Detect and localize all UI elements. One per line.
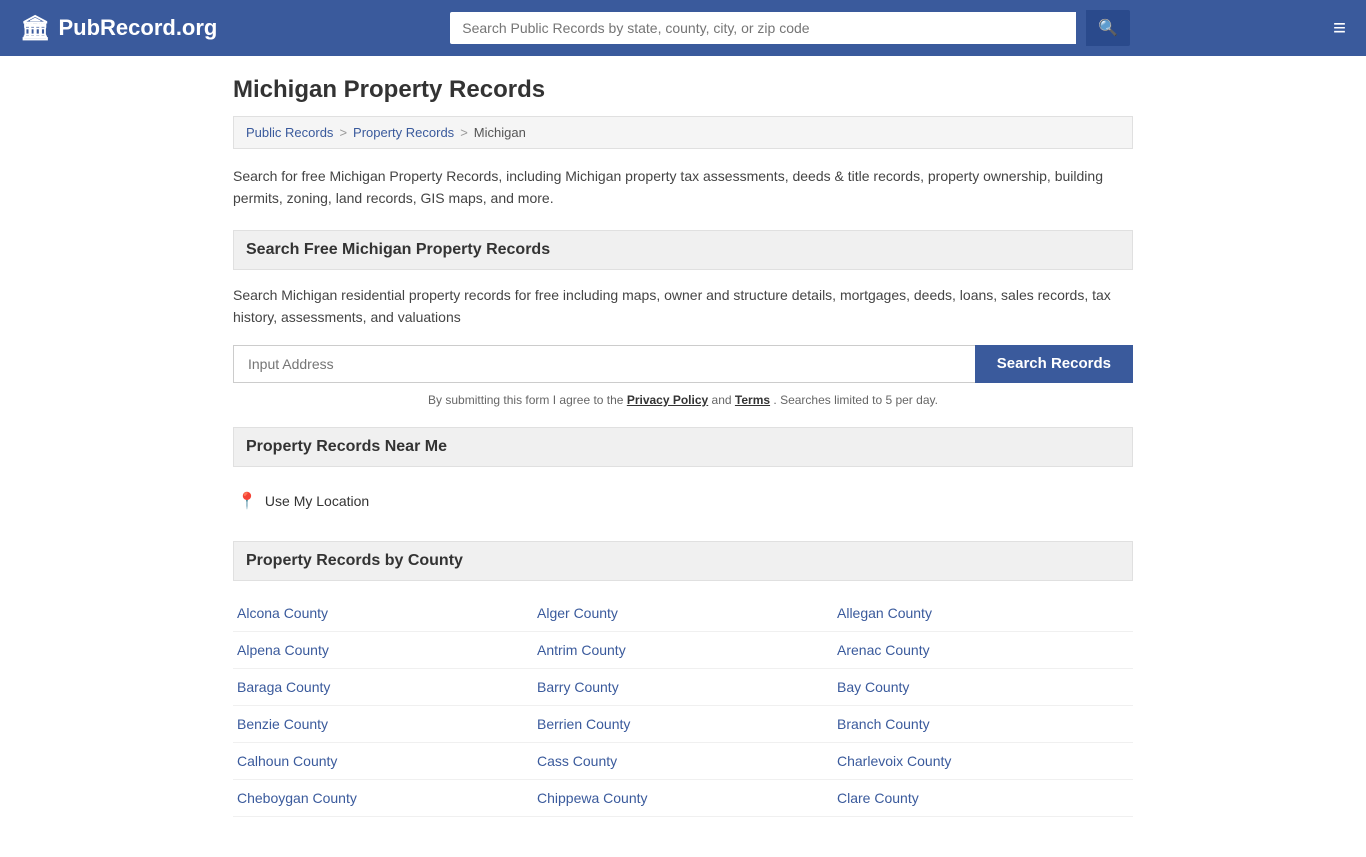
county-link[interactable]: Alpena County — [233, 632, 533, 669]
header-search-icon: 🔍 — [1098, 20, 1118, 37]
search-section-description: Search Michigan residential property rec… — [233, 284, 1133, 329]
address-input[interactable] — [233, 345, 975, 383]
hamburger-icon: ≡ — [1333, 15, 1346, 40]
county-link[interactable]: Benzie County — [233, 706, 533, 743]
county-link[interactable]: Branch County — [833, 706, 1133, 743]
breadcrumb-sep-2: > — [460, 125, 468, 140]
notice-and: and — [712, 393, 732, 407]
search-records-button[interactable]: Search Records — [975, 345, 1133, 383]
site-logo[interactable]: 🏛 PubRecord.org — [20, 14, 217, 43]
county-grid: Alcona CountyAlger CountyAllegan CountyA… — [233, 595, 1133, 817]
county-link[interactable]: Charlevoix County — [833, 743, 1133, 780]
notice-prefix: By submitting this form I agree to the — [428, 393, 623, 407]
county-section: Property Records by County Alcona County… — [233, 541, 1133, 817]
county-link[interactable]: Allegan County — [833, 595, 1133, 632]
use-my-location-row[interactable]: 📍 Use My Location — [233, 481, 1133, 521]
near-me-section: Property Records Near Me 📍 Use My Locati… — [233, 427, 1133, 521]
county-link[interactable]: Cass County — [533, 743, 833, 780]
header-search-button[interactable]: 🔍 — [1086, 10, 1130, 46]
county-link[interactable]: Cheboygan County — [233, 780, 533, 817]
near-me-heading: Property Records Near Me — [233, 427, 1133, 467]
breadcrumb-michigan: Michigan — [474, 125, 526, 140]
county-link[interactable]: Arenac County — [833, 632, 1133, 669]
county-link[interactable]: Antrim County — [533, 632, 833, 669]
main-content: Michigan Property Records Public Records… — [213, 56, 1153, 857]
breadcrumb-sep-1: > — [339, 125, 347, 140]
form-notice: By submitting this form I agree to the P… — [233, 393, 1133, 407]
search-section-heading: Search Free Michigan Property Records — [233, 230, 1133, 270]
county-section-heading: Property Records by County — [233, 541, 1133, 581]
county-link[interactable]: Clare County — [833, 780, 1133, 817]
county-link[interactable]: Alger County — [533, 595, 833, 632]
breadcrumb: Public Records > Property Records > Mich… — [233, 116, 1133, 149]
logo-text: PubRecord.org — [58, 15, 217, 41]
county-link[interactable]: Alcona County — [233, 595, 533, 632]
county-link[interactable]: Baraga County — [233, 669, 533, 706]
county-link[interactable]: Berrien County — [533, 706, 833, 743]
county-link[interactable]: Bay County — [833, 669, 1133, 706]
terms-link[interactable]: Terms — [735, 393, 770, 407]
county-link[interactable]: Calhoun County — [233, 743, 533, 780]
county-link[interactable]: Chippewa County — [533, 780, 833, 817]
notice-suffix: . Searches limited to 5 per day. — [773, 393, 938, 407]
breadcrumb-property-records[interactable]: Property Records — [353, 125, 454, 140]
location-pin-icon: 📍 — [237, 491, 257, 511]
address-search-form: Search Records — [233, 345, 1133, 383]
page-title: Michigan Property Records — [233, 76, 1133, 104]
site-header: 🏛 PubRecord.org 🔍 ≡ — [0, 0, 1366, 56]
page-description: Search for free Michigan Property Record… — [233, 165, 1133, 210]
use-my-location-label: Use My Location — [265, 493, 369, 509]
breadcrumb-public-records[interactable]: Public Records — [246, 125, 333, 140]
search-section: Search Free Michigan Property Records Se… — [233, 230, 1133, 407]
privacy-policy-link[interactable]: Privacy Policy — [627, 393, 708, 407]
header-search-area: 🔍 — [450, 10, 1130, 46]
logo-icon: 🏛 — [20, 14, 50, 43]
header-search-input[interactable] — [450, 12, 1076, 44]
county-link[interactable]: Barry County — [533, 669, 833, 706]
hamburger-menu-button[interactable]: ≡ — [1333, 17, 1346, 39]
